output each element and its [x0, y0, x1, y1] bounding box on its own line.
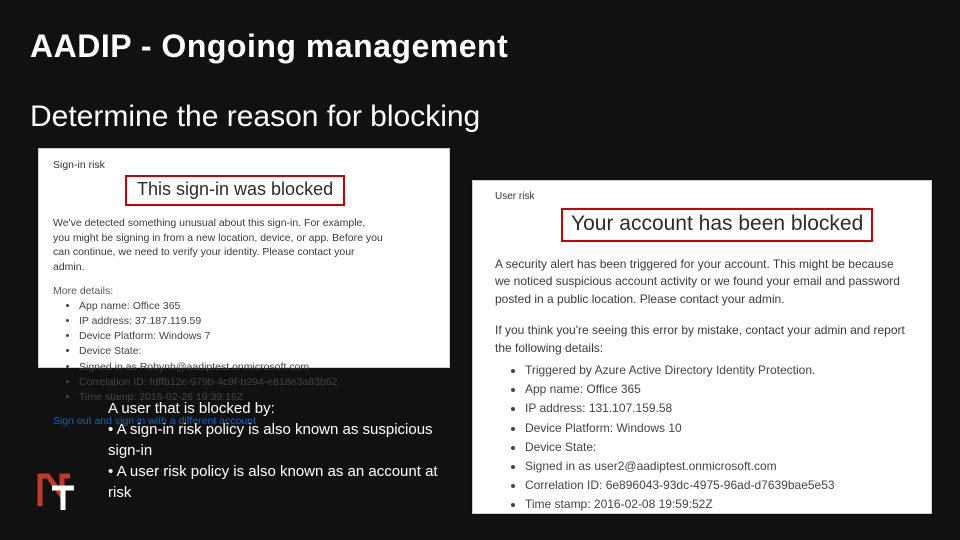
slide: AADIP - Ongoing management Determine the…	[0, 0, 960, 540]
account-blocked-subdesc: If you think you're seeing this error by…	[495, 322, 909, 357]
list-item: Triggered by Azure Active Directory Iden…	[525, 361, 909, 380]
signin-risk-panel: Sign-in risk This sign-in was blocked We…	[38, 148, 450, 368]
list-item: Device Platform: Windows 10	[525, 419, 909, 438]
list-item: Device State:	[525, 438, 909, 457]
list-item: Device Platform: Windows 7	[79, 329, 435, 344]
list-item: Time stamp: 2016-02-08 19:59:52Z	[525, 495, 909, 514]
user-risk-panel: User risk Your account has been blocked …	[472, 180, 932, 514]
list-item: App name: Office 365	[79, 299, 435, 314]
list-item: Correlation ID: 6e896043-93dc-4975-96ad-…	[525, 476, 909, 495]
list-item: App name: Office 365	[525, 380, 909, 399]
user-risk-label: User risk	[495, 191, 909, 202]
notes-line: • A user risk policy is also known as an…	[108, 461, 458, 503]
list-item: IP address: 131.107.159.58	[525, 399, 909, 418]
user-risk-details-list: Triggered by Azure Active Directory Iden…	[525, 361, 909, 515]
more-details-label: More details:	[53, 285, 435, 297]
list-item: IP address: 37.187.119.59	[79, 314, 435, 329]
notes-line: A user that is blocked by:	[108, 398, 458, 419]
list-item: Signed in as user2@aadiptest.onmicrosoft…	[525, 457, 909, 476]
list-item: Correlation ID: fdffb12c-979b-4c9f-b294-…	[79, 375, 435, 390]
nt-logo-icon	[34, 468, 80, 514]
slide-title: AADIP - Ongoing management	[30, 28, 508, 65]
signin-details-list: App name: Office 365 IP address: 37.187.…	[79, 299, 435, 406]
signin-blocked-heading: This sign-in was blocked	[125, 175, 345, 206]
slide-notes: A user that is blocked by: • A sign-in r…	[108, 398, 458, 503]
notes-line: • A sign-in risk policy is also known as…	[108, 419, 458, 461]
list-item: Device State:	[79, 344, 435, 359]
account-blocked-desc: A security alert has been triggered for …	[495, 256, 909, 308]
signin-blocked-desc: We've detected something unusual about t…	[53, 216, 383, 275]
account-blocked-heading: Your account has been blocked	[561, 208, 873, 242]
list-item: Signed in as Robynh@aadiptest.onmicrosof…	[79, 360, 435, 375]
slide-subtitle: Determine the reason for blocking	[30, 100, 480, 134]
signin-risk-label: Sign-in risk	[53, 159, 435, 171]
